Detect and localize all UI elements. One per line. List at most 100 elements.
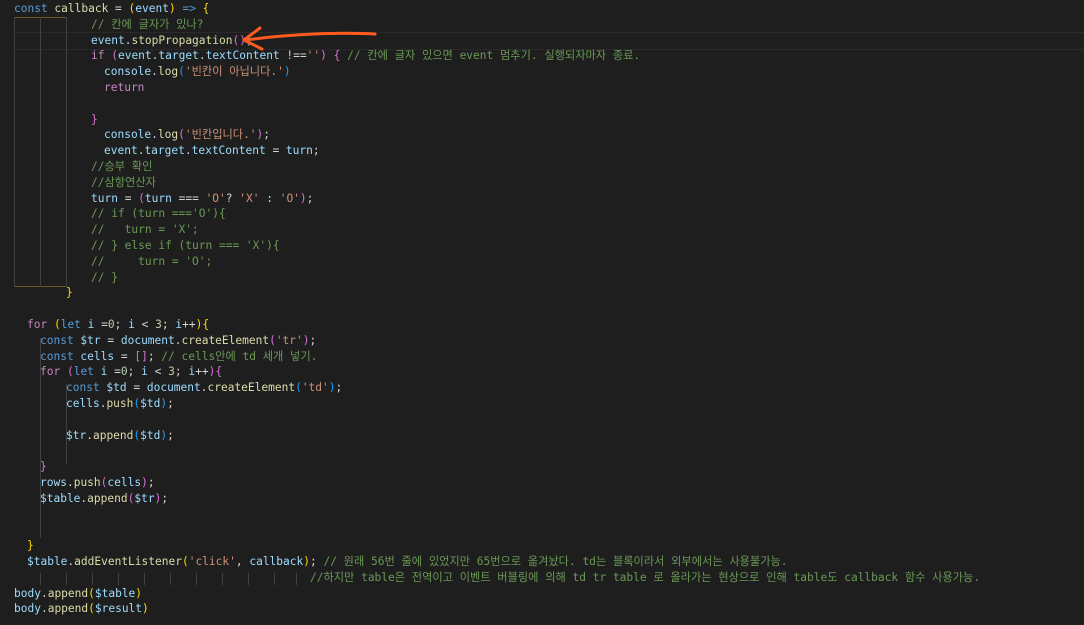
code-line[interactable]: const callback = (event) => { [14,1,209,17]
code-line[interactable]: //승부 확인 [91,159,152,175]
code-token: turn [285,144,313,158]
code-line[interactable]: const cells = []; // cells안에 td 세개 넣기. [40,349,317,365]
code-line[interactable]: console.log('빈칸이 아닙니다.') [104,64,291,80]
code-token: 0 [120,365,128,379]
code-token: i [128,318,135,331]
code-token: // turn = 'O'; [91,254,213,268]
indent-guide [296,573,297,585]
code-token: for [40,365,67,379]
code-token: ) [135,586,143,600]
code-token: ( [88,586,95,600]
code-token: for [27,318,54,331]
code-token: // } [91,270,118,284]
indent-guide [118,573,119,585]
code-token: console [104,128,152,142]
indent-guide [14,17,15,287]
code-token: [] [134,349,148,363]
code-token: ; [306,191,314,205]
code-token: callback [54,2,109,15]
indent-guide [170,573,171,585]
code-token: cells [66,397,100,410]
code-line[interactable]: $tr.append($td); [66,428,174,444]
code-line[interactable]: //삼항연산자 [91,175,156,191]
code-token: $result [94,602,143,616]
code-line[interactable]: $table.append($tr); [40,491,168,507]
code-token: . [184,144,192,158]
code-token: 3 [168,365,175,379]
code-line[interactable]: return [104,80,144,96]
code-token: push [106,397,134,410]
code-line[interactable]: // turn = 'X'; [91,222,199,238]
code-token: const [14,2,55,15]
code-token: body [14,602,41,616]
code-token: // if (turn ==='O'){ [91,207,226,221]
code-line[interactable]: } [66,285,73,301]
code-token: 3 [155,318,162,331]
code-token: $tr [134,491,155,505]
code-token: ( [111,49,118,63]
code-line[interactable]: for (let i =0; i < 3; i++){ [27,317,209,333]
code-line[interactable]: const $td = document.createElement('td')… [66,380,342,396]
code-line[interactable]: for (let i =0; i < 3; i++){ [40,364,222,380]
code-token: $table [40,491,81,505]
code-token: ) [299,191,307,205]
code-token: 'O' [279,191,300,205]
code-token: { [202,2,210,15]
code-token: let [60,318,88,331]
code-token: . [151,65,158,79]
code-token: . [151,128,158,142]
code-token: ( [178,128,185,142]
code-token: i [141,365,148,379]
code-token: // turn = 'X'; [91,223,199,237]
code-token: ; [127,365,142,379]
code-token: addEventListener [74,555,182,568]
code-token: const [40,333,81,347]
code-line[interactable]: // } else if (turn === 'X'){ [91,238,280,254]
code-token: ( [295,381,302,395]
code-line[interactable]: } [40,459,47,475]
code-token: ( [53,318,61,331]
code-token: ( [178,65,185,79]
code-line[interactable]: //하지만 table은 전역이고 이벤트 버블링에 의해 td tr tabl… [310,570,980,586]
code-token: event [117,49,152,63]
code-line[interactable]: cells.push($td); [66,396,174,412]
code-line[interactable]: } [91,112,98,128]
code-line[interactable]: event.stopPropagation(); [91,33,253,49]
code-line[interactable]: // 칸에 글자가 있나? [91,17,203,33]
code-line[interactable]: body.append($table) [14,586,142,602]
code-token: $td [106,381,127,395]
code-token: push [73,476,101,489]
code-line[interactable]: // } [91,270,118,286]
code-token: stopPropagation [131,33,233,47]
code-token: 0 [107,318,115,331]
code-token: ; [174,365,189,379]
code-line[interactable]: body.append($result) [14,601,149,617]
code-token: . [40,586,48,600]
code-token: ; [335,381,343,395]
code-line[interactable]: turn = (turn === 'O'? 'X' : 'O'); [91,191,313,207]
code-line[interactable]: } [27,538,34,554]
indent-guide [66,17,67,287]
code-token: ++ [195,365,209,379]
code-line[interactable]: const $tr = document.createElement('tr')… [40,333,316,349]
code-token: $table [94,586,136,600]
code-token: append [92,428,134,442]
code-line[interactable]: $table.addEventListener('click', callbac… [27,554,788,570]
code-token: ? [225,191,240,205]
code-token: = [117,191,139,205]
code-line[interactable]: rows.push(cells); [40,475,155,491]
code-line[interactable]: // turn = 'O'; [91,254,212,270]
code-token: = [108,2,129,15]
code-line[interactable]: console.log('빈칸입니다.'); [104,127,270,143]
code-line[interactable]: event.target.textContent = turn; [104,143,320,159]
code-token: ( [138,191,145,205]
code-token: ++ [182,318,196,331]
code-token: } [66,286,73,300]
code-editor[interactable]: const callback = (event) => {// 칸에 글자가 있… [0,0,1084,625]
code-token: $table [27,555,68,568]
code-token: ; [114,318,129,331]
code-token: = [94,318,108,331]
code-line[interactable]: // if (turn ==='O'){ [91,206,226,222]
code-token: append [47,602,89,616]
code-token: = [107,365,121,379]
